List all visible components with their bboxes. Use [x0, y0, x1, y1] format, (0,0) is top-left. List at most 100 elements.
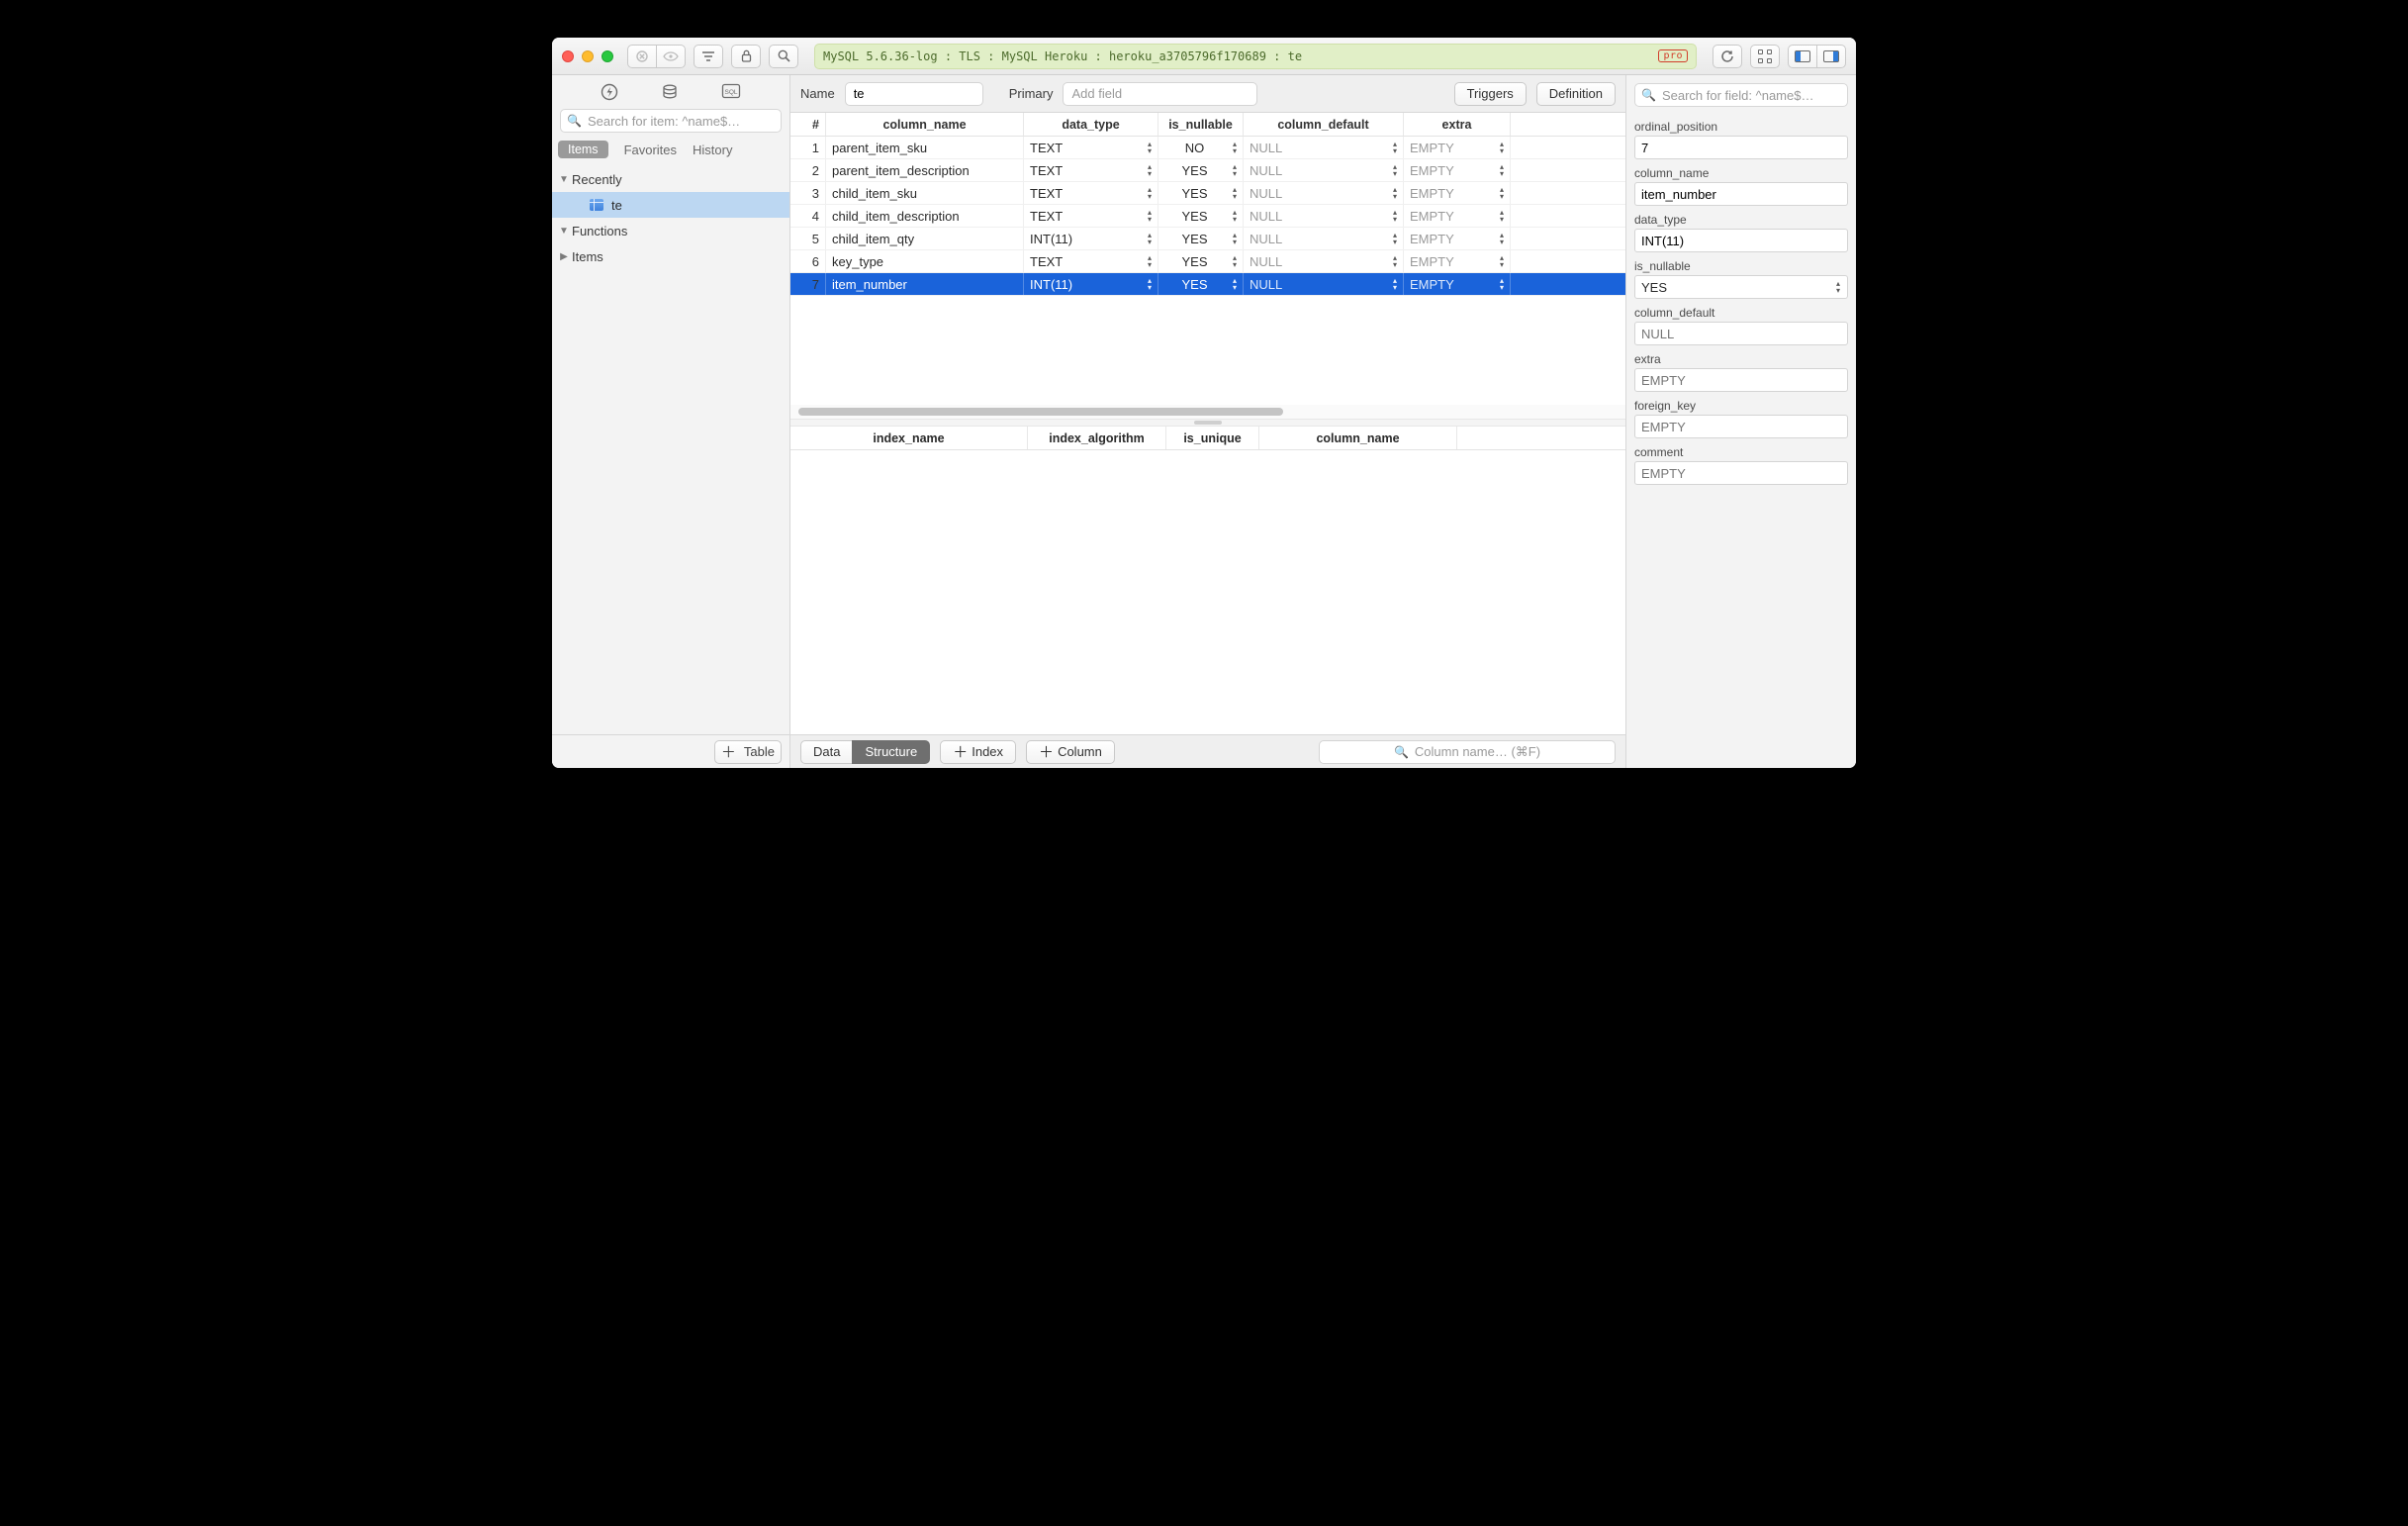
- stepper-icon[interactable]: [1230, 232, 1240, 245]
- cell-name[interactable]: child_item_qty: [826, 228, 1024, 249]
- tree-items[interactable]: ▶ Items: [552, 243, 789, 269]
- table-name-input[interactable]: [845, 82, 983, 106]
- column-name-input[interactable]: [1634, 182, 1848, 206]
- stepper-icon[interactable]: [1145, 277, 1155, 291]
- is-nullable-select[interactable]: YES: [1634, 275, 1848, 299]
- stepper-icon[interactable]: [1497, 141, 1507, 154]
- stepper-icon[interactable]: [1230, 141, 1240, 154]
- cell-name[interactable]: child_item_description: [826, 205, 1024, 227]
- cell-default[interactable]: NULL: [1244, 228, 1404, 249]
- column-search[interactable]: 🔍 Column name… (⌘F): [1319, 740, 1616, 764]
- column-default-input[interactable]: [1634, 322, 1848, 345]
- add-column-button[interactable]: ＋Column: [1026, 740, 1115, 764]
- stepper-icon[interactable]: [1230, 186, 1240, 200]
- stepper-icon[interactable]: [1145, 209, 1155, 223]
- comment-input[interactable]: [1634, 461, 1848, 485]
- stepper-icon[interactable]: [1145, 232, 1155, 245]
- stepper-icon[interactable]: [1230, 277, 1240, 291]
- data-tab[interactable]: Data: [800, 740, 853, 764]
- horizontal-scrollbar[interactable]: [790, 405, 1625, 419]
- cell-type[interactable]: TEXT: [1024, 137, 1158, 158]
- cell-type[interactable]: TEXT: [1024, 205, 1158, 227]
- cell-name[interactable]: parent_item_sku: [826, 137, 1024, 158]
- add-table-button[interactable]: ＋ Table: [714, 740, 782, 764]
- cell-type[interactable]: INT(11): [1024, 273, 1158, 295]
- cell-name[interactable]: item_number: [826, 273, 1024, 295]
- stepper-icon[interactable]: [1390, 209, 1400, 223]
- tree-functions[interactable]: ▼ Functions: [552, 218, 789, 243]
- connection-pill[interactable]: MySQL 5.6.36-log : TLS : MySQL Heroku : …: [814, 44, 1697, 69]
- cell-default[interactable]: NULL: [1244, 182, 1404, 204]
- indexes-body[interactable]: [790, 450, 1625, 734]
- col-header-null[interactable]: is_nullable: [1158, 113, 1244, 136]
- eye-icon[interactable]: [656, 45, 686, 68]
- table-row[interactable]: 1parent_item_skuTEXTNONULLEMPTY: [790, 137, 1625, 159]
- scrollbar-thumb[interactable]: [798, 408, 1283, 416]
- stepper-icon[interactable]: [1230, 209, 1240, 223]
- stepper-icon[interactable]: [1145, 141, 1155, 154]
- stop-icon[interactable]: [627, 45, 657, 68]
- table-row[interactable]: 5child_item_qtyINT(11)YESNULLEMPTY: [790, 228, 1625, 250]
- columns-blank-area[interactable]: [790, 296, 1625, 405]
- stepper-icon[interactable]: [1390, 186, 1400, 200]
- data-type-input[interactable]: [1634, 229, 1848, 252]
- stepper-icon[interactable]: [1390, 163, 1400, 177]
- table-row[interactable]: 2parent_item_descriptionTEXTYESNULLEMPTY: [790, 159, 1625, 182]
- cell-nullable[interactable]: YES: [1158, 228, 1244, 249]
- cell-nullable[interactable]: YES: [1158, 250, 1244, 272]
- stepper-icon[interactable]: [1390, 254, 1400, 268]
- cell-name[interactable]: child_item_sku: [826, 182, 1024, 204]
- cell-default[interactable]: NULL: [1244, 273, 1404, 295]
- cell-extra[interactable]: EMPTY: [1404, 182, 1511, 204]
- add-index-button[interactable]: ＋Index: [940, 740, 1016, 764]
- stepper-icon[interactable]: [1497, 163, 1507, 177]
- sidebar-search[interactable]: 🔍 Search for item: ^name$…: [560, 109, 782, 133]
- stepper-icon[interactable]: [1497, 254, 1507, 268]
- definition-button[interactable]: Definition: [1536, 82, 1616, 106]
- filter-icon[interactable]: [694, 45, 723, 68]
- cell-nullable[interactable]: YES: [1158, 182, 1244, 204]
- col-header-name[interactable]: column_name: [826, 113, 1024, 136]
- col-header-type[interactable]: data_type: [1024, 113, 1158, 136]
- extra-input[interactable]: [1634, 368, 1848, 392]
- stepper-icon[interactable]: [1390, 141, 1400, 154]
- close-window[interactable]: [562, 50, 574, 62]
- bolt-icon[interactable]: [601, 83, 618, 101]
- idx-header-alg[interactable]: index_algorithm: [1028, 427, 1166, 449]
- stepper-icon[interactable]: [1390, 232, 1400, 245]
- cell-extra[interactable]: EMPTY: [1404, 228, 1511, 249]
- stepper-icon[interactable]: [1390, 277, 1400, 291]
- cell-type[interactable]: INT(11): [1024, 228, 1158, 249]
- tab-items[interactable]: Items: [558, 141, 608, 158]
- cell-type[interactable]: TEXT: [1024, 250, 1158, 272]
- cell-name[interactable]: parent_item_description: [826, 159, 1024, 181]
- cell-nullable[interactable]: YES: [1158, 273, 1244, 295]
- stepper-icon[interactable]: [1497, 186, 1507, 200]
- table-row[interactable]: 7item_numberINT(11)YESNULLEMPTY: [790, 273, 1625, 296]
- table-row[interactable]: 6key_typeTEXTYESNULLEMPTY: [790, 250, 1625, 273]
- tab-history[interactable]: History: [693, 143, 732, 157]
- cell-extra[interactable]: EMPTY: [1404, 273, 1511, 295]
- cell-extra[interactable]: EMPTY: [1404, 159, 1511, 181]
- zoom-window[interactable]: [602, 50, 613, 62]
- minimize-window[interactable]: [582, 50, 594, 62]
- cell-type[interactable]: TEXT: [1024, 182, 1158, 204]
- stepper-icon[interactable]: [1230, 163, 1240, 177]
- cell-default[interactable]: NULL: [1244, 159, 1404, 181]
- lock-icon[interactable]: [731, 45, 761, 68]
- cell-extra[interactable]: EMPTY: [1404, 205, 1511, 227]
- structure-tab[interactable]: Structure: [852, 740, 930, 764]
- cell-nullable[interactable]: YES: [1158, 159, 1244, 181]
- stepper-icon[interactable]: [1145, 254, 1155, 268]
- cell-nullable[interactable]: NO: [1158, 137, 1244, 158]
- col-header-idx[interactable]: #: [790, 113, 826, 136]
- reload-icon[interactable]: [1713, 45, 1742, 68]
- cell-name[interactable]: key_type: [826, 250, 1024, 272]
- table-row[interactable]: 3child_item_skuTEXTYESNULLEMPTY: [790, 182, 1625, 205]
- tab-favorites[interactable]: Favorites: [624, 143, 677, 157]
- cell-type[interactable]: TEXT: [1024, 159, 1158, 181]
- idx-header-col[interactable]: column_name: [1259, 427, 1457, 449]
- stepper-icon[interactable]: [1497, 209, 1507, 223]
- stepper-icon[interactable]: [1145, 186, 1155, 200]
- right-pane-toggle[interactable]: [1816, 45, 1846, 68]
